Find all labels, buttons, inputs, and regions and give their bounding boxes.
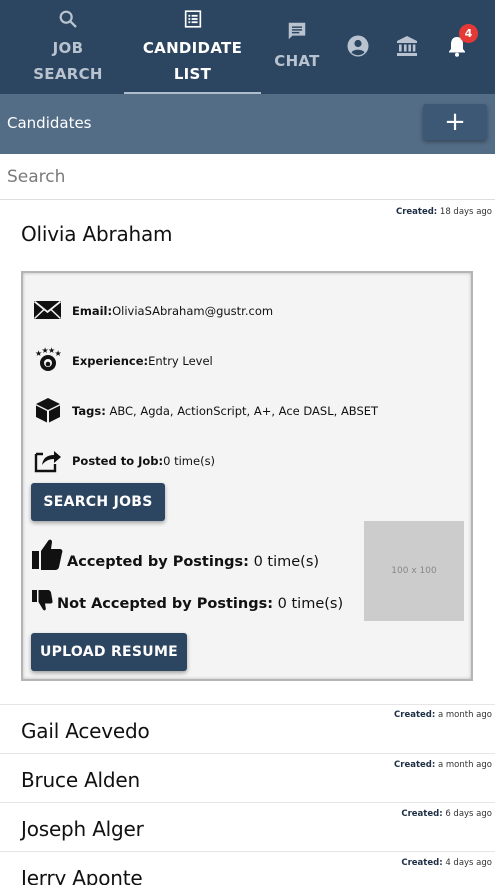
tab-chat-label: CHAT [274,52,320,70]
share-icon [34,451,61,473]
created-date: Created: a month ago [394,760,492,770]
notification-badge: 4 [459,24,478,43]
accepted-value: 0 time(s) [253,554,320,570]
posted-value: 0 time(s) [163,454,216,468]
created-label: Created: [401,809,443,819]
created-date: Created: a month ago [394,710,492,720]
top-navigation: JOB SEARCH CANDIDATE LIST CHAT 4 [0,0,495,94]
chat-icon [288,22,306,40]
divider [0,851,495,852]
created-value: 4 days ago [445,858,492,868]
envelope-icon [33,300,62,320]
tab-job-search[interactable]: JOB SEARCH [10,0,126,94]
divider [0,753,495,754]
candidate-detail-panel: Email:OliviaSAbraham@gustr.com ★ ★ ★ ★ E… [21,271,473,681]
candidate-name[interactable]: Bruce Alden [21,768,140,792]
divider [0,704,495,705]
tags-label: Tags: [72,404,106,418]
upload-resume-button[interactable]: UPLOAD RESUME [31,633,187,671]
tab-candidate-list[interactable]: CANDIDATE LIST [124,0,261,94]
created-date: Created: 18 days ago [396,207,492,217]
search-jobs-button[interactable]: SEARCH JOBS [31,483,165,521]
tags-value: ABC, Agda, ActionScript, A+, Ace DASL, A… [109,404,379,418]
created-label: Created: [395,207,438,217]
account-icon[interactable] [346,34,370,58]
accepted-row: Accepted by Postings: 0 time(s) [67,554,319,570]
created-value: 18 days ago [439,207,492,217]
tab-candidate-list-label-line1: CANDIDATE [142,39,243,57]
email-value: OliviaSAbraham@gustr.com [112,304,274,318]
created-date: Created: 4 days ago [401,858,492,868]
created-label: Created: [394,760,436,770]
accepted-label: Accepted by Postings: [67,554,249,570]
thumbs-up-icon [32,539,63,570]
email-label: Email: [72,304,113,318]
created-value: 6 days ago [445,809,492,819]
plus-icon: + [444,107,466,137]
divider [0,802,495,803]
tab-chat[interactable]: CHAT [262,0,332,94]
svg-text:★: ★ [55,349,62,358]
created-label: Created: [394,710,436,720]
created-value: a month ago [437,760,492,770]
candidate-name[interactable]: Olivia Abraham [21,222,173,246]
tab-job-search-label-line1: JOB [52,39,84,57]
posted-label: Posted to Job: [72,454,164,468]
experience-value: Entry Level [148,354,213,368]
search-icon [59,10,77,28]
tab-job-search-label-line2: SEARCH [33,65,103,83]
candidate-name[interactable]: Joseph Alger [21,817,144,841]
tab-candidate-list-label-line2: LIST [173,65,212,83]
thumbs-down-icon [32,590,53,611]
list-icon [184,10,201,28]
candidate-name[interactable]: Jerry Aponte [21,866,143,885]
candidates-header: Candidates [0,94,495,154]
experience-icon: ★ ★ ★ ★ [35,347,62,371]
candidate-name[interactable]: Gail Acevedo [21,719,150,743]
created-date: Created: 6 days ago [401,809,492,819]
add-candidate-button[interactable]: + [423,104,487,140]
created-label: Created: [401,858,443,868]
bank-icon[interactable] [395,34,419,58]
cube-icon [36,398,60,423]
not-accepted-row: Not Accepted by Postings: 0 time(s) [57,596,343,612]
experience-label: Experience: [72,354,149,368]
not-accepted-value: 0 time(s) [277,596,344,612]
search-input[interactable] [0,154,495,200]
page-title: Candidates [7,114,92,132]
resume-thumbnail-placeholder: 100 x 100 [364,521,464,621]
created-value: a month ago [437,710,492,720]
not-accepted-label: Not Accepted by Postings: [57,596,274,612]
